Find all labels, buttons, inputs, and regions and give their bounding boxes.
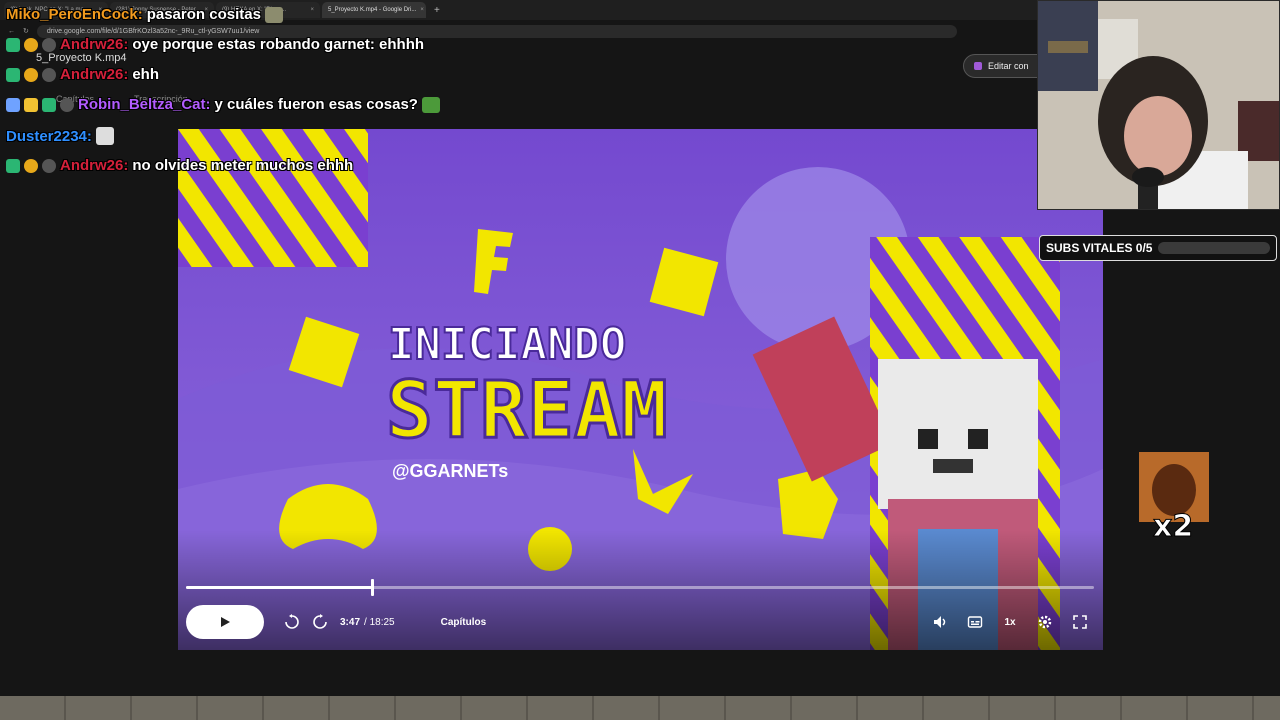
mic-badge-icon [42, 37, 56, 52]
rewind-10-icon[interactable] [278, 608, 306, 636]
chat-text: oye porque estas robando garnet: ehhhh [132, 36, 425, 53]
chat-username: Andrw26: [60, 66, 129, 83]
fullscreen-icon[interactable] [1066, 608, 1094, 636]
speed-label: 1x [1004, 616, 1016, 628]
back-icon[interactable]: ← [8, 28, 15, 35]
chat-username: Robin_Beltza_Cat: [78, 96, 211, 113]
file-title: 5_Proyecto K.mp4 [36, 52, 127, 64]
clipchamp-icon [974, 62, 982, 70]
bits-badge-icon [24, 67, 38, 82]
settings-gear-icon[interactable] [1031, 608, 1059, 636]
new-tab-icon[interactable]: + [428, 5, 440, 16]
chat-username: Duster2234: [6, 127, 92, 145]
crown-badge-icon [24, 97, 38, 112]
alert-multiplier: x2 [1153, 509, 1193, 540]
time-duration: / 18:25 [364, 616, 395, 628]
chat-message: Andrw26: oye porque estas robando garnet… [6, 36, 424, 53]
thumbnail-line1: INICIANDO [388, 319, 626, 370]
mic-badge-icon [60, 97, 74, 112]
sub-badge-icon [6, 37, 20, 52]
bits-badge-icon [24, 37, 38, 52]
chat-text: no olvides meter muchos ehhh [132, 157, 354, 174]
webcam-feed [1037, 0, 1280, 210]
chat-message: Miko_PeroEnCock: pasaron cositas [6, 6, 283, 23]
chat-message: Robin_Beltza_Cat: y cuáles fueron esas c… [6, 96, 440, 113]
thumbnail-line2: STREAM [386, 366, 668, 456]
chat-text: y cuáles fueron esas cosas? [214, 96, 418, 113]
pepe-emote-icon [421, 96, 440, 113]
play-icon [221, 617, 230, 627]
play-button[interactable] [186, 605, 264, 639]
bits-badge-icon [24, 158, 38, 173]
multiplier-alert: x2 [1139, 452, 1209, 545]
seek-bar[interactable] [186, 579, 1094, 596]
close-icon[interactable]: × [310, 7, 314, 13]
sword-badge-icon [6, 97, 20, 112]
playback-speed-button[interactable]: 1x [996, 608, 1024, 636]
video-player[interactable]: INICIANDO STREAM @GGARNETs 3:47 / 18:25 … [178, 129, 1103, 650]
volume-icon[interactable] [926, 608, 954, 636]
subs-goal-bar [1158, 242, 1270, 254]
browser-tab-active[interactable]: 5_Proyecto K.mp4 - Google Dri... × [322, 2, 426, 18]
thumbnail-handle: @GGARNETs [392, 461, 508, 481]
chat-username: Andrw26: [60, 36, 129, 53]
chat-message: Andrw26: ehh [6, 66, 159, 83]
chat-text: ehh [132, 66, 160, 83]
close-icon[interactable]: × [420, 7, 424, 13]
chapters-button[interactable]: Capítulos [441, 617, 487, 628]
webcam-image [1038, 1, 1279, 209]
time-current: 3:47 [340, 616, 361, 628]
forward-10-icon[interactable] [306, 608, 334, 636]
chat-username: Miko_PeroEnCock: [6, 6, 143, 23]
floor-strip [0, 696, 1280, 720]
mic-badge-icon [42, 158, 56, 173]
sub-badge-icon [6, 67, 20, 82]
chat-text: pasaron cositas [146, 6, 261, 23]
seek-handle[interactable] [371, 579, 374, 596]
mic-badge-icon [42, 67, 56, 82]
subs-goal-widget: SUBS VITALES 0/5 [1039, 235, 1277, 261]
reload-icon[interactable]: ↻ [23, 27, 29, 35]
edit-with-label: Editar con [988, 61, 1029, 71]
chat-message: Andrw26: no olvides meter muchos ehhh [6, 157, 353, 174]
tab-label: 5_Proyecto K.mp4 - Google Dri... [328, 7, 417, 13]
subs-goal-label: SUBS VITALES 0/5 [1046, 241, 1153, 255]
image-emote-icon [95, 127, 114, 145]
sub-badge-icon [6, 158, 20, 173]
captions-icon[interactable] [961, 608, 989, 636]
cat-emote-icon [264, 6, 283, 23]
chat-username: Andrw26: [60, 157, 129, 174]
player-controls: 3:47 / 18:25 Capítulos 1x [186, 605, 1094, 639]
chat-message: Duster2234: [6, 127, 114, 145]
sub-badge-icon [42, 97, 56, 112]
dog-alert-image: x2 [1139, 452, 1209, 545]
seek-progress [186, 586, 372, 589]
